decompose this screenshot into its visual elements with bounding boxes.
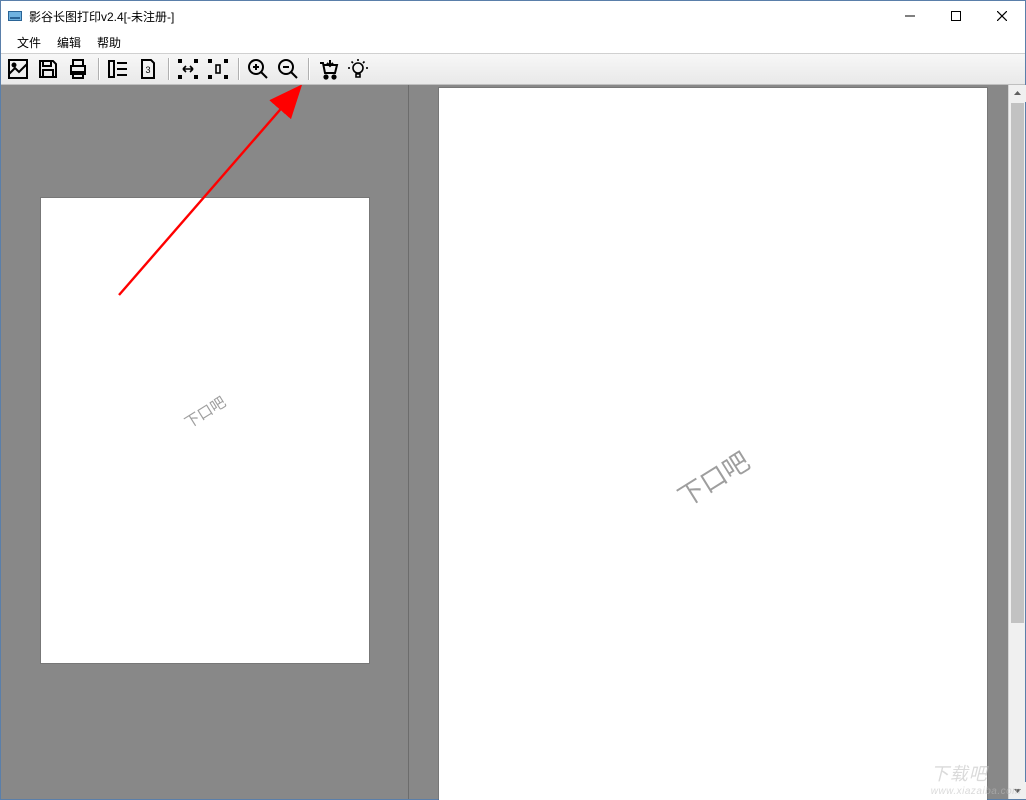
print-button[interactable] [63, 54, 93, 84]
cart-button[interactable] [313, 54, 343, 84]
toolbar-separator [165, 55, 171, 83]
minimize-button[interactable] [887, 1, 933, 31]
toolbar-separator [95, 55, 101, 83]
menu-file[interactable]: 文件 [9, 32, 49, 53]
content-area: 下口吧 下口吧 [1, 85, 1025, 799]
vertical-scrollbar[interactable] [1008, 85, 1025, 799]
left-pane[interactable]: 下口吧 [1, 85, 409, 799]
window-title: 影谷长图打印v2.4[-未注册-] [29, 8, 174, 25]
watermark-text: 下口吧 [670, 442, 756, 515]
app-window: 影谷长图打印v2.4[-未注册-] 文件 编辑 帮助 3 [0, 0, 1026, 800]
preview-page[interactable]: 下口吧 [439, 88, 987, 800]
zoom-in-button[interactable] [243, 54, 273, 84]
titlebar[interactable]: 影谷长图打印v2.4[-未注册-] [1, 1, 1025, 31]
tips-button[interactable] [343, 54, 373, 84]
page-list-button[interactable] [103, 54, 133, 84]
app-icon [7, 8, 23, 24]
right-pane[interactable]: 下口吧 [409, 85, 1025, 799]
maximize-button[interactable] [933, 1, 979, 31]
open-image-button[interactable] [3, 54, 33, 84]
window-controls [887, 1, 1025, 31]
fit-page-button[interactable] [203, 54, 233, 84]
close-button[interactable] [979, 1, 1025, 31]
thumbnail-page[interactable]: 下口吧 [41, 198, 369, 663]
menu-edit[interactable]: 编辑 [49, 32, 89, 53]
scroll-down-button[interactable] [1009, 782, 1026, 799]
page-number-button[interactable]: 3 [133, 54, 163, 84]
watermark-text: 下口吧 [180, 391, 229, 433]
scroll-up-button[interactable] [1009, 85, 1026, 102]
toolbar-separator [235, 55, 241, 83]
menubar: 文件 编辑 帮助 [1, 31, 1025, 53]
fit-width-button[interactable] [173, 54, 203, 84]
toolbar: 3 [1, 53, 1025, 85]
scroll-thumb[interactable] [1011, 103, 1024, 623]
menu-help[interactable]: 帮助 [89, 32, 129, 53]
toolbar-separator [305, 55, 311, 83]
save-button[interactable] [33, 54, 63, 84]
zoom-out-button[interactable] [273, 54, 303, 84]
svg-text:3: 3 [145, 65, 150, 75]
